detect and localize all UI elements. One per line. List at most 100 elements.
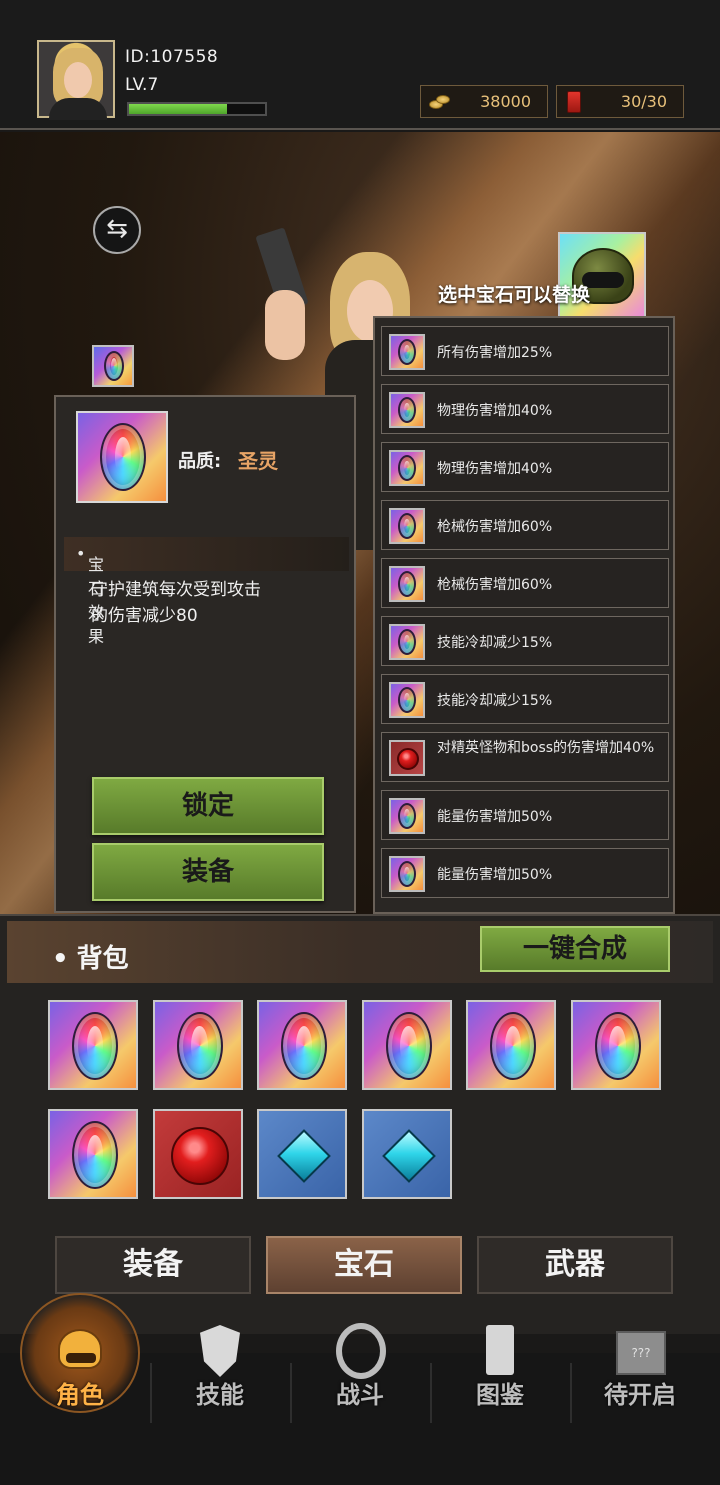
ruby-gem-icon xyxy=(170,1127,229,1185)
backpack-slot[interactable] xyxy=(570,1000,661,1090)
socketed-gem-slot[interactable] xyxy=(92,345,134,387)
gem-thumbnail xyxy=(389,856,425,892)
rainbow-gem-icon xyxy=(281,1012,327,1080)
gem-thumbnail xyxy=(389,566,425,602)
gem-list-item[interactable]: 物理伤害增加40% xyxy=(381,442,669,492)
battle-icon-shape xyxy=(336,1323,386,1379)
nav-tab-label: 待开启 xyxy=(604,1381,676,1409)
gem-effect-label: 技能冷却减少15% xyxy=(437,693,553,709)
gem-icon xyxy=(104,351,124,381)
avatar-face xyxy=(64,62,92,98)
rainbow-gem-icon xyxy=(176,1012,223,1080)
rainbow-gem-icon xyxy=(398,687,416,713)
mystery-box-icon-shape: ??? xyxy=(616,1331,666,1375)
top-bar: ID:107558 LV.7 38000 30/30 xyxy=(0,0,720,130)
backpack-title: 背包 xyxy=(52,938,129,975)
quality-value: 圣灵 xyxy=(238,449,278,473)
backpack-slot[interactable] xyxy=(466,1000,556,1090)
backpack-slot[interactable] xyxy=(257,1000,347,1090)
nav-separator xyxy=(290,1363,292,1423)
gem-thumbnail xyxy=(389,740,425,776)
gem-list-item[interactable]: 能量伤害增加50% xyxy=(381,790,669,840)
gem-list-item[interactable]: 物理伤害增加40% xyxy=(381,384,669,434)
gem-effect-label: 能量伤害增加50% xyxy=(437,809,553,825)
merge-all-button[interactable]: 一键合成 xyxy=(480,926,670,972)
gem-list-item[interactable]: 所有伤害增加25% xyxy=(381,326,669,376)
category-tab[interactable]: 武器 xyxy=(477,1236,673,1294)
gem-effect-label: 对精英怪物和boss的伤害增加40% xyxy=(437,740,655,756)
rainbow-gem-icon xyxy=(398,803,416,829)
rainbow-gem-icon xyxy=(385,1012,432,1080)
gem-effect-label: 枪械伤害增加60% xyxy=(437,519,553,535)
rainbow-gem-icon xyxy=(398,861,416,887)
nav-tab[interactable]: 图鉴 xyxy=(430,1325,570,1485)
gem-thumbnail xyxy=(389,334,425,370)
xp-bar xyxy=(127,102,267,116)
gem-list-panel: 所有伤害增加25% 物理伤害增加40% 物理伤害增加40% 枪械伤害增加60% 枪械伤害… xyxy=(373,316,675,914)
backpack-slot[interactable] xyxy=(361,1109,452,1199)
diamond-gem-icon xyxy=(277,1129,331,1183)
effect-header: • 宝石效果 xyxy=(64,537,349,646)
gem-thumbnail xyxy=(389,392,425,428)
nav-tab[interactable]: 战斗 xyxy=(290,1323,430,1485)
shield-icon xyxy=(192,1323,248,1383)
gem-list-item[interactable]: 能量伤害增加50% xyxy=(381,848,669,898)
gem-effect-label: 所有伤害增加25% xyxy=(437,345,553,361)
rainbow-gem-icon xyxy=(398,455,416,481)
gem-list-item[interactable]: 技能冷却减少15% xyxy=(381,616,669,666)
gem-list-item[interactable]: 技能冷却减少15% xyxy=(381,674,669,724)
swap-icon[interactable]: ⇆ xyxy=(93,206,141,254)
replace-hint: 选中宝石可以替换 xyxy=(438,284,591,306)
rainbow-gem-icon xyxy=(490,1012,536,1080)
gem-detail-panel: 品质: 圣灵 • 宝石效果 守护建筑每次受到攻击 的伤害减少80 锁定 装备 xyxy=(54,395,356,913)
rainbow-gem-icon xyxy=(594,1012,641,1080)
lock-button[interactable]: 锁定 xyxy=(92,777,324,835)
category-tab[interactable]: 宝石 xyxy=(266,1236,462,1294)
effect-description: 守护建筑每次受到攻击 的伤害减少80 xyxy=(91,580,261,626)
energy-counter[interactable]: 30/30 xyxy=(556,85,684,118)
backpack-slot[interactable] xyxy=(152,1109,243,1199)
gem-effect-label: 能量伤害增加50% xyxy=(437,867,553,883)
backpack-slot[interactable] xyxy=(361,1000,452,1090)
nav-tab[interactable]: 技能 xyxy=(150,1325,290,1485)
gem-list-item[interactable]: 对精英怪物和boss的伤害增加40% xyxy=(381,732,669,782)
nav-separator xyxy=(570,1363,572,1423)
backpack-slot[interactable] xyxy=(48,1109,138,1199)
gem-effect-label: 枪械伤害增加60% xyxy=(437,577,553,593)
gem-effect-label: 物理伤害增加40% xyxy=(437,461,553,477)
avatar-body xyxy=(49,98,107,120)
backpack-slot[interactable] xyxy=(48,1000,138,1090)
xp-bar-fill xyxy=(129,104,227,114)
coin-amount: 38000 xyxy=(480,92,531,111)
backpack-slot[interactable] xyxy=(257,1109,347,1199)
helmet-icon xyxy=(52,1323,108,1383)
equip-button[interactable]: 装备 xyxy=(92,843,324,901)
gem-thumbnail xyxy=(389,508,425,544)
nav-tab-label: 图鉴 xyxy=(476,1381,524,1409)
rainbow-gem-icon xyxy=(398,339,416,365)
rainbow-gem-icon xyxy=(398,397,416,423)
backpack-slot[interactable] xyxy=(152,1000,243,1090)
ruby-gem-icon xyxy=(397,748,419,770)
energy-amount: 30/30 xyxy=(620,92,667,111)
gem-thumbnail xyxy=(389,798,425,834)
gem-thumbnail xyxy=(389,624,425,660)
fuel-can-icon xyxy=(567,91,581,113)
gem-effect-label: 物理伤害增加40% xyxy=(437,403,553,419)
gem-thumbnail xyxy=(389,450,425,486)
rainbow-gem-icon xyxy=(398,513,416,539)
coin-counter[interactable]: 38000 xyxy=(420,85,548,118)
helmet-icon-shape xyxy=(58,1329,102,1369)
nav-tab[interactable]: 角色 xyxy=(10,1293,150,1485)
gem-list-item[interactable]: 枪械伤害增加60% xyxy=(381,558,669,608)
player-level: LV.7 xyxy=(125,75,159,95)
nav-separator xyxy=(430,1363,432,1423)
mystery-box-icon: ??? xyxy=(612,1323,668,1383)
rainbow-gem-icon xyxy=(398,629,416,655)
category-tab[interactable]: 装备 xyxy=(55,1236,251,1294)
nav-tab[interactable]: ??? 待开启 xyxy=(570,1331,710,1485)
gem-list-item[interactable]: 枪械伤害增加60% xyxy=(381,500,669,550)
player-id: ID:107558 xyxy=(125,47,219,67)
player-avatar[interactable] xyxy=(37,40,115,120)
nav-tab-label: 技能 xyxy=(196,1381,244,1409)
